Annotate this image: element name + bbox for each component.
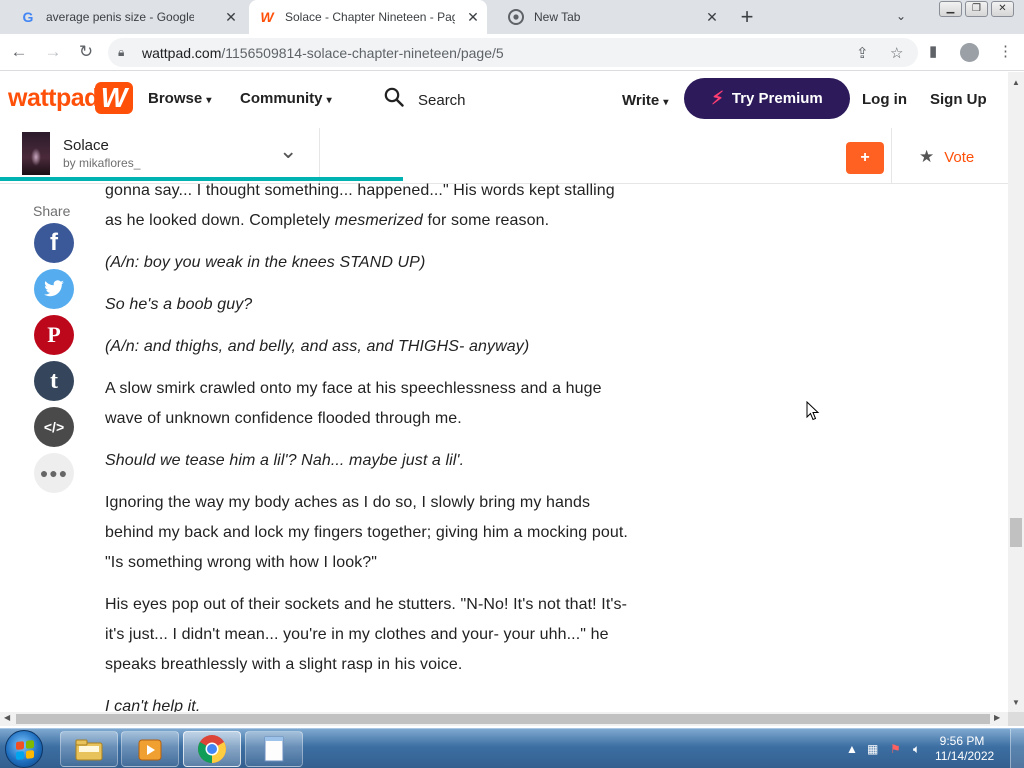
forward-arrow-icon[interactable]: →	[43, 42, 63, 62]
volume-icon[interactable]: 🔈︎	[913, 742, 920, 757]
address-bar[interactable]: 🔒︎ wattpad.com/1156509814-solace-chapter…	[108, 38, 918, 67]
story-paragraph: (A/n: boy you weak in the knees STAND UP…	[105, 254, 426, 271]
scroll-left-arrow-icon[interactable]: ◀	[4, 713, 10, 722]
pinterest-share-icon[interactable]: P	[34, 315, 74, 355]
show-desktop-button[interactable]	[1010, 729, 1024, 768]
close-tab-icon[interactable]: ✕	[465, 9, 481, 25]
tab-google-search[interactable]: G average penis size - Google Sear ✕	[0, 0, 245, 34]
tab-title: Solace - Chapter Nineteen - Page	[285, 10, 455, 24]
minimize-button[interactable]: ▁	[939, 1, 962, 17]
browse-menu[interactable]: Browse ▾	[148, 90, 211, 107]
story-paragraph: So he's a boob guy?	[105, 296, 253, 313]
tab-title: average penis size - Google Sear	[46, 10, 194, 24]
scroll-right-arrow-icon[interactable]: ▶	[994, 713, 1000, 722]
new-tab-button[interactable]: +	[737, 6, 757, 28]
share-label: Share	[33, 203, 71, 219]
wattpad-logo[interactable]: wattpad	[8, 84, 99, 113]
search-icon[interactable]	[384, 87, 404, 113]
wattpad-logo-mark[interactable]: W	[95, 82, 133, 114]
story-paragraph: gonna say... I thought something... happ…	[105, 182, 615, 229]
url-text[interactable]: wattpad.com/1156509814-solace-chapter-ni…	[142, 45, 504, 61]
story-title[interactable]: Solace	[63, 137, 109, 154]
story-paragraph: I can't help it.	[105, 698, 201, 713]
scrollbar-corner	[1008, 712, 1024, 726]
google-icon: G	[22, 9, 34, 25]
scrollbar-thumb[interactable]	[16, 714, 990, 724]
star-icon: ★	[919, 147, 935, 166]
lightning-icon: ⚡︎	[711, 88, 724, 108]
network-icon[interactable]: ▦	[867, 742, 878, 756]
write-menu[interactable]: Write ▾	[622, 92, 668, 109]
caret-down-icon: ▾	[663, 97, 669, 108]
browser-toolbar: ← → ↻ 🔒︎ wattpad.com/1156509814-solace-c…	[0, 34, 1024, 71]
community-menu[interactable]: Community ▾	[240, 90, 332, 107]
reload-icon[interactable]: ↻	[76, 42, 96, 62]
close-tab-icon[interactable]: ✕	[704, 9, 720, 25]
start-button[interactable]	[5, 730, 43, 768]
share-icon[interactable]: ⇪	[856, 44, 869, 62]
story-paragraph: His eyes pop out of their sockets and he…	[105, 596, 628, 673]
browser-tab-strip: G average penis size - Google Sear ✕ W S…	[0, 0, 1024, 34]
site-header: wattpad W Browse ▾ Community ▾ Search Wr…	[0, 72, 1008, 128]
story-paragraph: Should we tease him a lil'? Nah... maybe…	[105, 452, 465, 469]
embed-code-icon[interactable]: </>	[34, 407, 74, 447]
restore-button[interactable]: ❐	[965, 1, 988, 17]
try-premium-button[interactable]: ⚡︎ Try Premium	[684, 78, 850, 119]
login-link[interactable]: Log in	[862, 91, 907, 108]
tumblr-share-icon[interactable]: t	[34, 361, 74, 401]
profile-avatar-icon[interactable]	[960, 43, 979, 62]
windows-taskbar: ▲ ▦ ⚑ 🔈︎ 9:56 PM 11/14/2022	[0, 728, 1024, 768]
story-paragraph: A slow smirk crawled onto my face at his…	[105, 380, 602, 427]
windows-logo-icon	[16, 740, 34, 760]
side-panel-icon[interactable]: ▮	[929, 42, 937, 60]
chrome-icon	[508, 9, 524, 25]
story-cover-image[interactable]	[22, 132, 50, 175]
lock-icon[interactable]: 🔒︎	[118, 45, 124, 60]
menu-kebab-icon[interactable]: ⋮	[998, 42, 1013, 60]
scrollbar-thumb[interactable]	[1010, 518, 1022, 547]
story-paragraph: (A/n: and thighs, and belly, and ass, an…	[105, 338, 530, 355]
vote-button[interactable]: ★ Vote	[919, 147, 974, 167]
taskbar-chrome[interactable]	[183, 731, 241, 767]
close-window-button[interactable]: ✕	[991, 1, 1014, 17]
twitter-share-icon[interactable]	[34, 269, 74, 309]
mouse-cursor-icon	[806, 401, 820, 421]
scroll-up-arrow-icon[interactable]: ▲	[1012, 78, 1020, 87]
story-author[interactable]: by mikaflores_	[63, 156, 140, 170]
story-paragraph: Ignoring the way my body aches as I do s…	[105, 494, 628, 571]
caret-down-icon: ▾	[206, 95, 212, 106]
more-options-icon[interactable]: ●●●	[34, 453, 74, 493]
vertical-scrollbar[interactable]: ▲ ▼	[1008, 72, 1024, 712]
wattpad-icon: W	[260, 9, 274, 25]
search-input[interactable]: Search	[418, 92, 466, 109]
tab-title: New Tab	[534, 10, 581, 24]
add-to-list-button[interactable]: +	[846, 142, 884, 174]
back-arrow-icon[interactable]: ←	[9, 42, 29, 62]
story-text: gonna say... I thought something... happ…	[105, 176, 635, 713]
tab-new-tab[interactable]: New Tab ✕	[488, 0, 726, 34]
window-controls: ▁ ❐ ✕	[939, 1, 1014, 17]
taskbar-notepad[interactable]	[245, 731, 303, 767]
chevron-down-icon[interactable]: ⌄	[279, 138, 297, 164]
horizontal-scrollbar[interactable]: ◀ ▶	[0, 712, 1008, 726]
taskbar-explorer[interactable]	[60, 731, 118, 767]
action-center-icon[interactable]: ⚑	[890, 742, 901, 756]
facebook-share-icon[interactable]: f	[34, 223, 74, 263]
show-hidden-icons-icon[interactable]: ▲	[846, 742, 858, 756]
divider	[891, 128, 892, 184]
close-tab-icon[interactable]: ✕	[223, 9, 239, 25]
system-clock[interactable]: 9:56 PM 11/14/2022	[935, 734, 994, 764]
tab-wattpad-solace[interactable]: W Solace - Chapter Nineteen - Page ✕	[249, 0, 487, 34]
scroll-down-arrow-icon[interactable]: ▼	[1012, 698, 1020, 707]
tab-search-chevron-icon[interactable]: ⌄	[896, 9, 906, 23]
bookmark-star-icon[interactable]: ☆	[890, 44, 903, 62]
taskbar-media-player[interactable]	[121, 731, 179, 767]
signup-link[interactable]: Sign Up	[930, 91, 987, 108]
caret-down-icon: ▾	[326, 95, 332, 106]
